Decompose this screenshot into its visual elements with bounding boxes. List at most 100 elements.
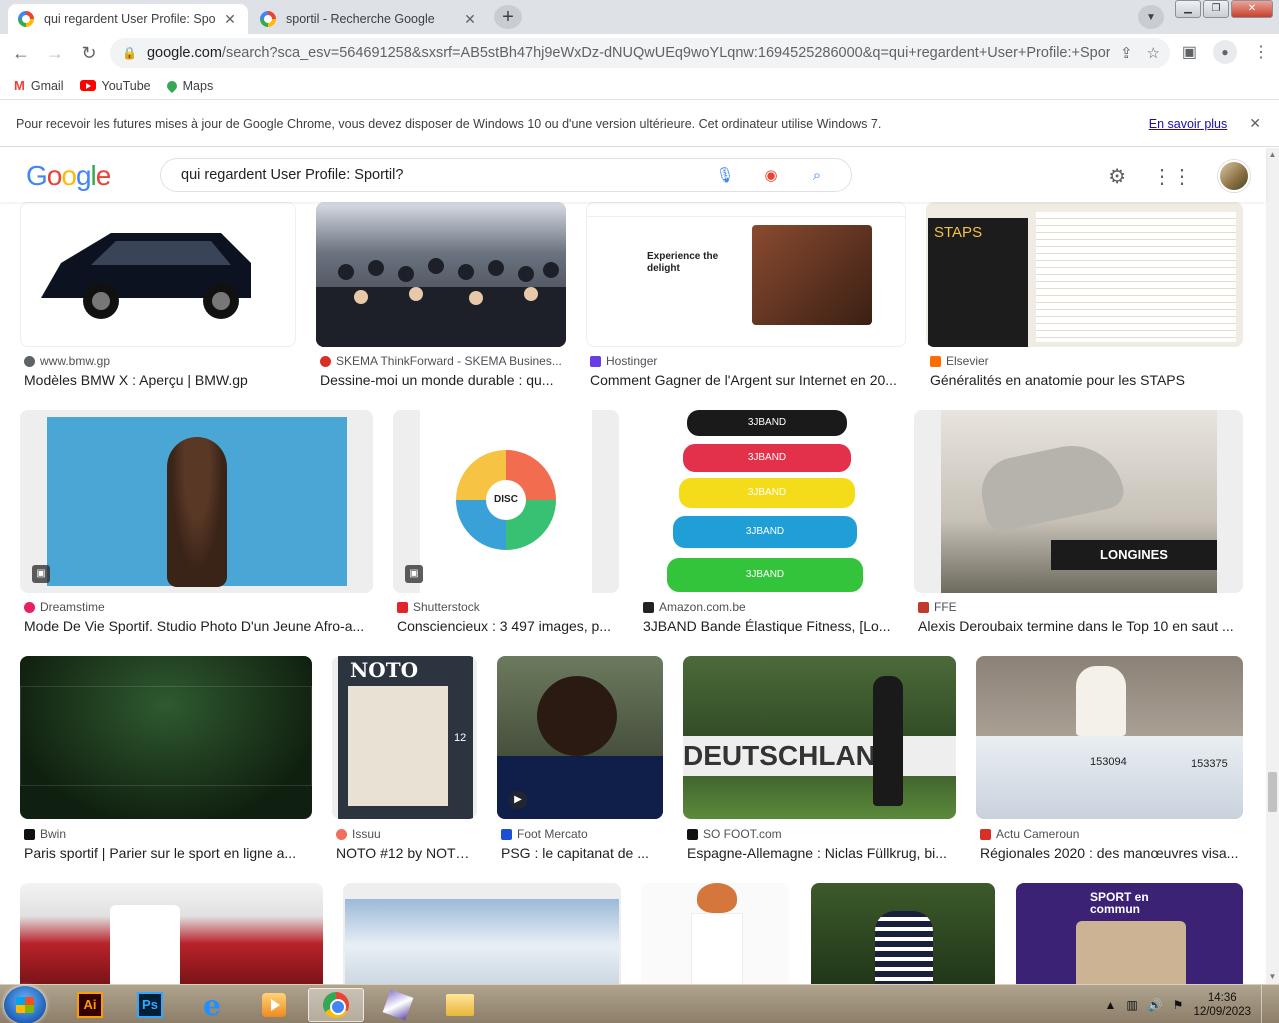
result-image[interactable]: 153094 153375 <box>976 656 1243 819</box>
taskbar-misc[interactable] <box>370 988 426 1022</box>
result-image[interactable]: ▣ <box>20 410 373 593</box>
taskbar-chrome[interactable] <box>308 988 364 1022</box>
tray-expand-icon[interactable]: ▲ <box>1104 998 1116 1012</box>
bookmark-gmail[interactable]: M Gmail <box>14 78 64 93</box>
result-image[interactable]: LONGINES <box>914 410 1243 593</box>
tab-active[interactable]: qui regardent User Profile: Sportil? ✕ <box>8 4 248 34</box>
anatomy-pages <box>1036 212 1236 342</box>
result-image[interactable]: ▶ <box>497 656 663 819</box>
result-image[interactable] <box>316 202 566 347</box>
result-image[interactable]: STAPS <box>926 202 1243 347</box>
bookmark-youtube[interactable]: YouTube <box>79 79 151 93</box>
result-source[interactable]: www.bmw.gp <box>24 354 110 368</box>
result-caption[interactable]: Consciencieux : 3 497 images, p... <box>397 618 617 634</box>
page-scrollbar[interactable]: ▲ ▼ <box>1266 148 1279 984</box>
tab-close-icon[interactable]: ✕ <box>462 11 478 28</box>
clock[interactable]: 14:36 12/09/2023 <box>1193 991 1251 1019</box>
bookmark-maps[interactable]: Maps <box>164 78 213 93</box>
result-source[interactable]: Bwin <box>24 827 66 841</box>
taskbar-media[interactable] <box>246 988 302 1022</box>
tab-close-icon[interactable]: ✕ <box>222 11 238 28</box>
tab-strip: qui regardent User Profile: Sportil? ✕ s… <box>0 0 1279 34</box>
start-button[interactable] <box>4 986 46 1023</box>
result-image[interactable]: Experience the delight <box>586 202 906 347</box>
scroll-up-arrow-icon[interactable]: ▲ <box>1266 148 1279 162</box>
result-caption[interactable]: Paris sportif | Parier sur le sport en l… <box>24 845 310 861</box>
forward-arrow-icon[interactable]: → <box>38 43 72 64</box>
volume-icon[interactable]: 🔊 <box>1148 998 1163 1012</box>
maximize-button[interactable]: ❐ <box>1203 0 1229 18</box>
result-source[interactable]: SKEMA ThinkForward - SKEMA Busines... <box>320 354 562 368</box>
result-source[interactable]: Dreamstime <box>24 600 105 614</box>
result-image[interactable]: 3JBAND 3JBAND 3JBAND 3JBAND 3JBAND <box>639 410 894 593</box>
search-icon[interactable]: ⌕ <box>805 167 829 184</box>
show-desktop-button[interactable] <box>1261 985 1271 1023</box>
result-image[interactable]: DISC ▣ <box>393 410 619 593</box>
result-image[interactable] <box>343 883 621 984</box>
result-caption[interactable]: Espagne-Allemagne : Niclas Füllkrug, bi.… <box>687 845 955 861</box>
bookmark-star-icon[interactable]: ☆ <box>1147 44 1160 62</box>
address-bar[interactable]: 🔒 google.com/search?sca_esv=564691258&sx… <box>110 38 1170 68</box>
microphone-icon[interactable]: 🎙 <box>713 166 737 184</box>
result-caption[interactable]: 3JBAND Bande Élastique Fitness, [Lo... <box>643 618 893 634</box>
settings-gear-icon[interactable]: ⚙ <box>1108 164 1126 189</box>
result-caption[interactable]: Modèles BMW X : Aperçu | BMW.gp <box>24 372 294 388</box>
infobar-close-icon[interactable]: ✕ <box>1249 115 1261 132</box>
result-source[interactable]: Amazon.com.be <box>643 600 746 614</box>
share-icon[interactable]: ⇪ <box>1120 44 1133 62</box>
result-source[interactable]: Actu Cameroun <box>980 827 1079 841</box>
learn-more-link[interactable]: En savoir plus <box>1149 117 1228 131</box>
result-image[interactable]: SPORT en commun <box>1016 883 1243 984</box>
back-arrow-icon[interactable]: ← <box>4 43 38 64</box>
url-text[interactable]: google.com/search?sca_esv=564691258&sxsr… <box>147 45 1110 61</box>
new-tab-button[interactable]: + <box>494 5 522 29</box>
taskbar-ie[interactable]: e <box>184 988 240 1022</box>
taskbar-illustrator[interactable]: Ai <box>62 988 118 1022</box>
result-source[interactable]: FFE <box>918 600 957 614</box>
menu-kebab-icon[interactable]: ⋮ <box>1253 42 1269 62</box>
search-box[interactable]: qui regardent User Profile: Sportil? 🎙 ◉… <box>160 158 852 192</box>
result-caption[interactable]: Mode De Vie Sportif. Studio Photo D'un J… <box>24 618 372 634</box>
result-caption[interactable]: NOTO #12 by NOTO... <box>336 845 476 861</box>
result-source[interactable]: Elsevier <box>930 354 989 368</box>
search-input[interactable]: qui regardent User Profile: Sportil? <box>181 167 713 183</box>
account-avatar[interactable] <box>1218 160 1250 192</box>
result-source[interactable]: Hostinger <box>590 354 657 368</box>
action-center-flag-icon[interactable]: ⚑ <box>1173 998 1184 1012</box>
result-image[interactable] <box>641 883 789 984</box>
url-host: google.com <box>146 45 222 61</box>
result-caption[interactable]: PSG : le capitanat de ... <box>501 845 661 861</box>
lens-icon[interactable]: ◉ <box>759 166 783 184</box>
tab-search-chevron-icon[interactable]: ▼ <box>1138 5 1164 29</box>
apps-grid-icon[interactable]: ⋮⋮ <box>1152 164 1192 189</box>
result-caption[interactable]: Alexis Deroubaix termine dans le Top 10 … <box>918 618 1240 634</box>
network-icon[interactable]: ▥ <box>1126 998 1137 1012</box>
scroll-thumb[interactable] <box>1268 772 1277 812</box>
result-source[interactable]: SO FOOT.com <box>687 827 782 841</box>
result-image[interactable] <box>20 202 296 347</box>
lock-icon[interactable]: 🔒 <box>122 46 137 60</box>
profile-icon[interactable]: ● <box>1213 40 1237 64</box>
taskbar-photoshop[interactable]: Ps <box>122 988 178 1022</box>
result-image[interactable] <box>811 883 995 984</box>
minimize-button[interactable]: ▁ <box>1175 0 1201 18</box>
window-close-button[interactable]: ✕ <box>1231 0 1273 18</box>
taskbar-explorer[interactable] <box>432 988 488 1022</box>
result-caption[interactable]: Comment Gagner de l'Argent sur Internet … <box>590 372 902 388</box>
result-image[interactable] <box>20 883 323 984</box>
result-image[interactable] <box>20 656 312 819</box>
result-image[interactable]: DEUTSCHLAND <box>683 656 956 819</box>
reload-icon[interactable]: ↻ <box>72 43 106 64</box>
source-label: Issuu <box>352 827 381 841</box>
result-caption[interactable]: Généralités en anatomie pour les STAPS <box>930 372 1242 388</box>
result-caption[interactable]: Dessine-moi un monde durable : qu... <box>320 372 564 388</box>
tab-inactive[interactable]: sportil - Recherche Google ✕ <box>250 4 488 34</box>
result-caption[interactable]: Régionales 2020 : des manœuvres visa... <box>980 845 1242 861</box>
google-logo[interactable]: Google <box>26 160 111 192</box>
scroll-down-arrow-icon[interactable]: ▼ <box>1266 970 1279 984</box>
result-source[interactable]: Issuu <box>336 827 381 841</box>
side-panel-icon[interactable]: ▣ <box>1182 42 1197 62</box>
result-image[interactable]: NOTO 12 <box>332 656 477 819</box>
result-source[interactable]: Shutterstock <box>397 600 480 614</box>
result-source[interactable]: Foot Mercato <box>501 827 588 841</box>
